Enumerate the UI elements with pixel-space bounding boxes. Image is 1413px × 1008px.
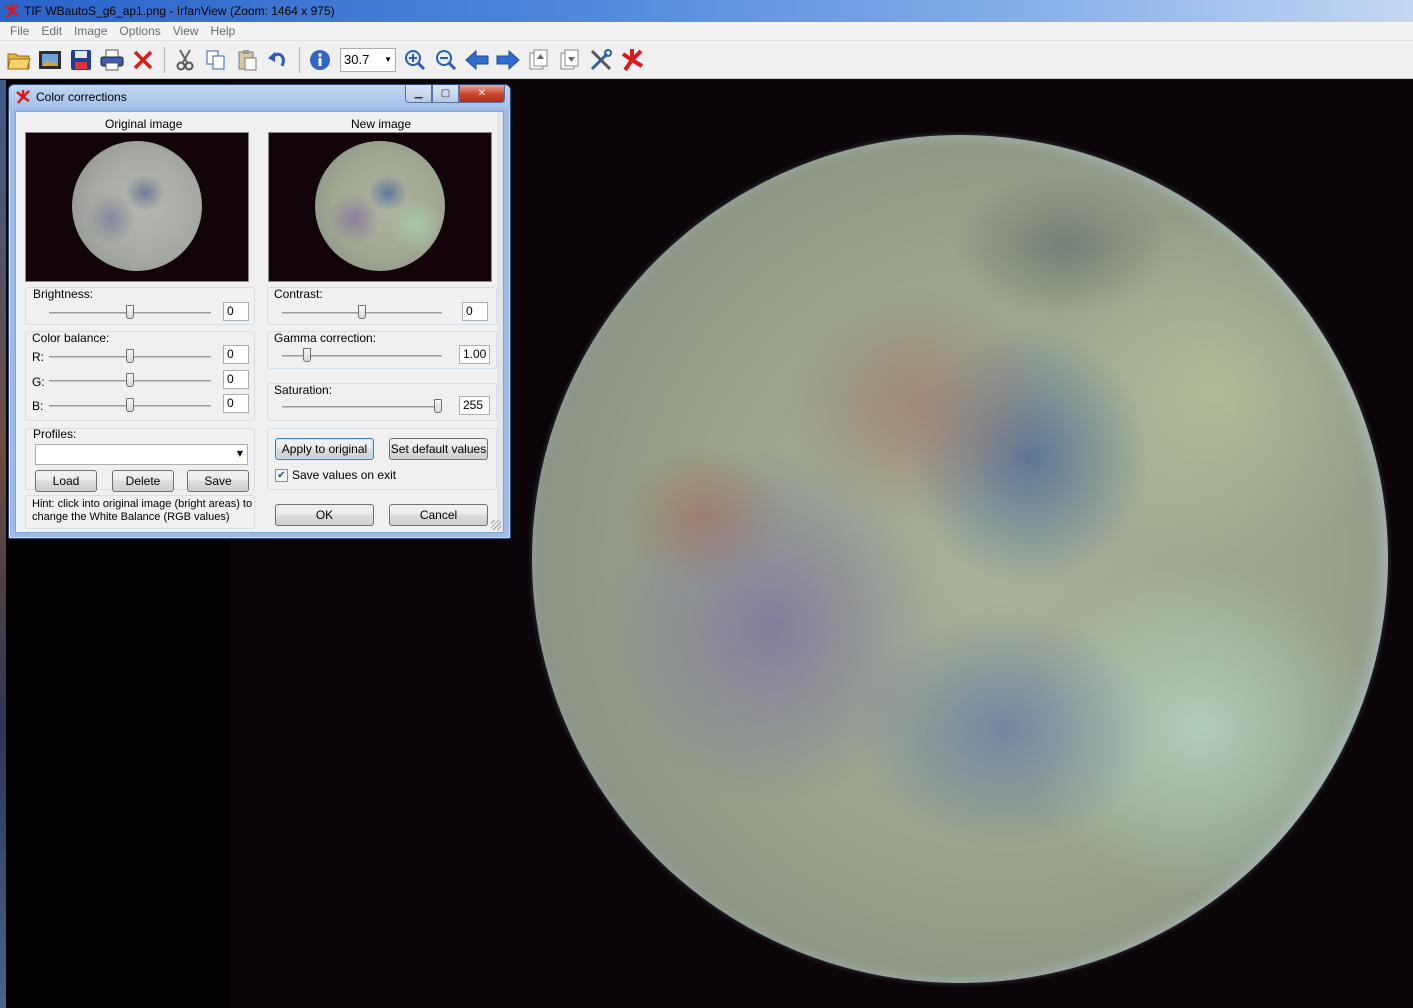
undo-icon[interactable] <box>263 45 293 75</box>
menu-options[interactable]: Options <box>113 24 166 38</box>
gamma-field[interactable]: 1.00 <box>459 345 490 364</box>
original-image-label: Original image <box>105 117 183 131</box>
maximize-icon: ▢ <box>440 88 451 99</box>
red-slider[interactable] <box>126 349 134 363</box>
profiles-label: Profiles: <box>33 427 77 441</box>
dialog-scrollbar[interactable] <box>497 112 503 532</box>
menu-image[interactable]: Image <box>68 24 113 38</box>
irfanview-app-icon <box>15 89 31 105</box>
contrast-label: Contrast: <box>274 287 323 301</box>
cancel-button[interactable]: Cancel <box>389 504 488 526</box>
saturation-slider-track <box>282 406 442 408</box>
red-label: R: <box>32 350 44 364</box>
checkmark-icon: ✔ <box>277 470 286 481</box>
brightness-slider[interactable] <box>126 305 134 319</box>
hint-text-line2: change the White Balance (RGB values) <box>32 511 230 523</box>
save-on-exit-checkbox[interactable]: ✔ <box>275 469 288 482</box>
toolbar-separator <box>164 46 165 73</box>
dialog-title: Color corrections <box>36 90 127 104</box>
menu-edit[interactable]: Edit <box>35 24 68 38</box>
save-on-exit-label[interactable]: Save values on exit <box>292 468 396 482</box>
profiles-dropdown[interactable]: ▼ <box>35 444 248 465</box>
chevron-down-icon[interactable]: ▼ <box>237 449 243 458</box>
zoom-value: 30.7 <box>344 52 370 67</box>
paste-icon[interactable] <box>232 45 262 75</box>
window-titlebar[interactable]: TIF WBautoS_g6_ap1.png - IrfanView (Zoom… <box>0 0 1413 22</box>
hint-text-line1: Hint: click into original image (bright … <box>32 498 253 510</box>
color-corrections-dialog: Color corrections ▁ ▢ ✕ Original image N… <box>8 84 511 539</box>
print-icon[interactable] <box>97 45 127 75</box>
zoom-combobox[interactable]: 30.7 ▼ <box>340 47 396 72</box>
zoom-in-icon[interactable] <box>400 45 430 75</box>
page-down-icon[interactable] <box>555 45 585 75</box>
new-image-preview <box>268 132 492 282</box>
original-image-preview[interactable] <box>25 132 249 282</box>
new-moon-thumbnail <box>315 141 445 271</box>
settings-icon[interactable] <box>586 45 616 75</box>
zoom-out-icon[interactable] <box>431 45 461 75</box>
green-label: G: <box>32 375 45 389</box>
moon-image <box>532 135 1388 983</box>
set-default-values-button[interactable]: Set default values <box>389 438 488 460</box>
save-profile-button[interactable]: Save <box>187 470 249 492</box>
blue-field[interactable]: 0 <box>223 394 249 413</box>
red-field[interactable]: 0 <box>223 345 249 364</box>
save-icon[interactable] <box>66 45 96 75</box>
load-profile-button[interactable]: Load <box>35 470 97 492</box>
window-title: TIF WBautoS_g6_ap1.png - IrfanView (Zoom… <box>24 4 335 18</box>
info-icon[interactable] <box>305 45 335 75</box>
menu-bar: File Edit Image Options View Help <box>0 22 1413 41</box>
irfanview-app-icon <box>4 3 20 19</box>
dialog-client-area: Original image New image Brightness: 0 C… <box>15 111 504 533</box>
toolbar: 30.7 ▼ <box>0 41 1413 79</box>
slideshow-icon[interactable] <box>35 45 65 75</box>
menu-file[interactable]: File <box>4 24 35 38</box>
brightness-label: Brightness: <box>33 287 94 301</box>
minimize-icon: ▁ <box>414 88 423 99</box>
resize-grip[interactable] <box>491 520 501 530</box>
cut-icon[interactable] <box>170 45 200 75</box>
gamma-slider[interactable] <box>303 348 311 362</box>
menu-help[interactable]: Help <box>205 24 242 38</box>
menu-view[interactable]: View <box>167 24 205 38</box>
chevron-down-icon[interactable]: ▼ <box>384 55 392 64</box>
saturation-field[interactable]: 255 <box>459 396 490 415</box>
copy-icon[interactable] <box>201 45 231 75</box>
green-slider[interactable] <box>126 373 134 387</box>
profiles-selected <box>36 445 39 459</box>
previous-icon[interactable] <box>462 45 492 75</box>
irfanview-logo-icon[interactable] <box>617 45 647 75</box>
next-icon[interactable] <box>493 45 523 75</box>
saturation-slider[interactable] <box>434 399 442 413</box>
blue-slider[interactable] <box>126 398 134 412</box>
maximize-button[interactable]: ▢ <box>432 85 459 103</box>
original-moon-thumbnail <box>72 141 202 271</box>
contrast-field[interactable]: 0 <box>462 302 488 321</box>
close-button[interactable]: ✕ <box>459 85 505 103</box>
open-folder-icon[interactable] <box>4 45 34 75</box>
color-balance-label: Color balance: <box>32 331 110 345</box>
page-up-icon[interactable] <box>524 45 554 75</box>
contrast-slider[interactable] <box>358 305 366 319</box>
gamma-label: Gamma correction: <box>274 331 377 345</box>
saturation-label: Saturation: <box>274 383 333 397</box>
delete-icon[interactable] <box>128 45 158 75</box>
brightness-field[interactable]: 0 <box>223 302 249 321</box>
blue-label: B: <box>32 399 44 413</box>
dialog-titlebar[interactable]: Color corrections ▁ ▢ ✕ <box>9 85 510 109</box>
delete-profile-button[interactable]: Delete <box>112 470 174 492</box>
new-image-label: New image <box>351 117 412 131</box>
ok-button[interactable]: OK <box>275 504 374 526</box>
toolbar-separator <box>299 46 300 73</box>
apply-to-original-button[interactable]: Apply to original <box>275 438 374 460</box>
minimize-button[interactable]: ▁ <box>405 85 432 103</box>
close-icon: ✕ <box>477 88 487 99</box>
green-field[interactable]: 0 <box>223 370 249 389</box>
